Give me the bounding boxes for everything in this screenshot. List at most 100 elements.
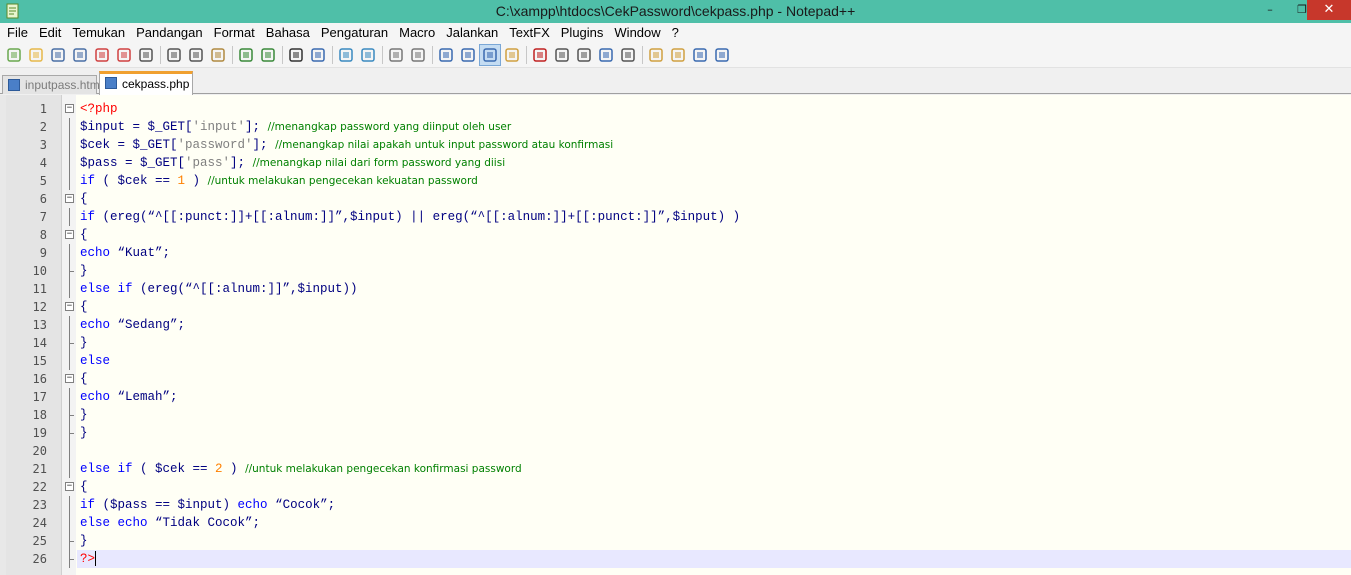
code-keyword: echo	[80, 390, 111, 404]
close-all-icon[interactable]	[115, 46, 133, 64]
play-macro-icon[interactable]	[575, 46, 593, 64]
code-line[interactable]: {	[80, 298, 88, 316]
code-token: ?>	[80, 552, 96, 566]
run-macro-multiple-icon[interactable]	[597, 46, 615, 64]
code-line[interactable]: }	[80, 532, 88, 550]
code-token: “Lemah”;	[110, 390, 178, 404]
code-line[interactable]: }	[80, 334, 88, 352]
code-line[interactable]: ?>	[80, 550, 97, 568]
code-line[interactable]: $cek = $_GET['password']; //menangkap ni…	[80, 136, 613, 154]
spell-check-icon[interactable]	[713, 46, 731, 64]
toolbar-separator	[642, 46, 643, 64]
save-all-icon[interactable]	[71, 46, 89, 64]
find-icon[interactable]	[287, 46, 305, 64]
sync-vertical-icon[interactable]	[387, 46, 405, 64]
fold-guide-line	[69, 208, 70, 226]
word-wrap-icon[interactable]	[437, 46, 455, 64]
code-line[interactable]: {	[80, 478, 88, 496]
code-token: ( $cek ==	[95, 174, 178, 188]
code-line[interactable]: if ( $cek == 1 ) //untuk melakukan penge…	[80, 172, 478, 190]
save-icon[interactable]	[49, 46, 67, 64]
document-map-icon[interactable]	[503, 46, 521, 64]
code-keyword: else if	[80, 282, 133, 296]
code-line[interactable]: if ($pass == $input) echo “Cocok”;	[80, 496, 335, 514]
replace-icon[interactable]	[309, 46, 327, 64]
menu-plugins[interactable]: Plugins	[556, 23, 610, 42]
sync-horizontal-icon[interactable]	[409, 46, 427, 64]
menu-pandangan[interactable]: Pandangan	[131, 23, 209, 42]
line-number: 7	[39, 210, 47, 224]
minimize-button[interactable]: –	[1258, 2, 1282, 19]
code-line[interactable]: echo “Kuat”;	[80, 244, 170, 262]
function-list-icon[interactable]	[669, 46, 687, 64]
code-line[interactable]: else echo “Tidak Cocok”;	[80, 514, 260, 532]
open-file-icon[interactable]	[27, 46, 45, 64]
open-folder-icon[interactable]	[647, 46, 665, 64]
code-line[interactable]: $input = $_GET['input']; //menangkap pas…	[80, 118, 511, 136]
code-line[interactable]: }	[80, 406, 88, 424]
fold-toggle-icon[interactable]: −	[65, 302, 74, 311]
toolbar-separator	[432, 46, 433, 64]
code-line[interactable]: <?php	[80, 100, 118, 118]
menu-edit[interactable]: Edit	[34, 23, 67, 42]
code-token: ( $cek ==	[132, 462, 216, 476]
menu-jalankan[interactable]: Jalankan	[441, 23, 504, 42]
fold-toggle-icon[interactable]: −	[65, 374, 74, 383]
code-keyword: if	[80, 174, 96, 188]
file-tab-icon	[8, 79, 20, 91]
stop-macro-icon[interactable]	[553, 46, 571, 64]
record-macro-icon[interactable]	[531, 46, 549, 64]
cut-icon[interactable]	[165, 46, 183, 64]
code-keyword: echo	[80, 246, 111, 260]
code-line[interactable]: echo “Lemah”;	[80, 388, 178, 406]
code-line[interactable]: {	[80, 370, 88, 388]
show-all-chars-icon[interactable]	[459, 46, 477, 64]
menu-macro[interactable]: Macro	[394, 23, 441, 42]
code-line[interactable]: else	[80, 352, 110, 370]
indent-guide-icon[interactable]	[481, 46, 499, 64]
close-icon[interactable]	[93, 46, 111, 64]
code-line[interactable]: $pass = $_GET['pass']; //menangkap nilai…	[80, 154, 505, 172]
menu-file[interactable]: File	[2, 23, 34, 42]
menu-textfx[interactable]: TextFX	[504, 23, 555, 42]
menu-temukan[interactable]: Temukan	[67, 23, 131, 42]
code-line[interactable]: }	[80, 424, 88, 442]
tab-inputpass-html[interactable]: inputpass.html	[2, 75, 102, 94]
window-title: C:\xampp\htdocs\CekPassword\cekpass.php …	[495, 3, 856, 19]
tab-cekpass-php[interactable]: cekpass.php	[99, 71, 193, 95]
fold-end-marker	[69, 343, 74, 344]
fold-guide-line	[69, 280, 70, 298]
paste-icon[interactable]	[209, 46, 227, 64]
close-button[interactable]: ✕	[1307, 0, 1351, 20]
code-line[interactable]: {	[80, 226, 88, 244]
code-line[interactable]: }	[80, 262, 88, 280]
menu-format[interactable]: Format	[209, 23, 261, 42]
fold-toggle-icon[interactable]: −	[65, 230, 74, 239]
line-number: 12	[32, 300, 47, 314]
zoom-in-icon[interactable]	[337, 46, 355, 64]
zoom-out-icon[interactable]	[359, 46, 377, 64]
redo-icon[interactable]	[259, 46, 277, 64]
code-editor[interactable]: 1− <?php 2 $input = $_GET['input']; //menan…	[0, 95, 1351, 575]
menu-window[interactable]: Window	[609, 23, 666, 42]
print-icon[interactable]	[137, 46, 155, 64]
line-number: 26	[32, 552, 47, 566]
menu-help[interactable]: ?	[667, 23, 685, 42]
code-line[interactable]: echo “Sedang”;	[80, 316, 185, 334]
monitor-icon[interactable]	[691, 46, 709, 64]
tab-label: inputpass.html	[25, 78, 103, 92]
new-file-icon[interactable]	[5, 46, 23, 64]
copy-icon[interactable]	[187, 46, 205, 64]
save-macro-icon[interactable]	[619, 46, 637, 64]
menu-pengaturan[interactable]: Pengaturan	[316, 23, 394, 42]
fold-toggle-icon[interactable]: −	[65, 482, 74, 491]
code-line[interactable]: if (ereg(“^[[:punct:]]+[[:alnum:]]”,$inp…	[80, 208, 740, 226]
code-token: }	[80, 534, 88, 548]
code-line[interactable]: else if (ereg(“^[[:alnum:]]”,$input))	[80, 280, 358, 298]
code-line[interactable]: else if ( $cek == 2 ) //untuk melakukan …	[80, 460, 522, 478]
menu-bahasa[interactable]: Bahasa	[261, 23, 316, 42]
fold-toggle-icon[interactable]: −	[65, 194, 74, 203]
code-line[interactable]: {	[80, 190, 88, 208]
fold-toggle-icon[interactable]: −	[65, 104, 74, 113]
undo-icon[interactable]	[237, 46, 255, 64]
